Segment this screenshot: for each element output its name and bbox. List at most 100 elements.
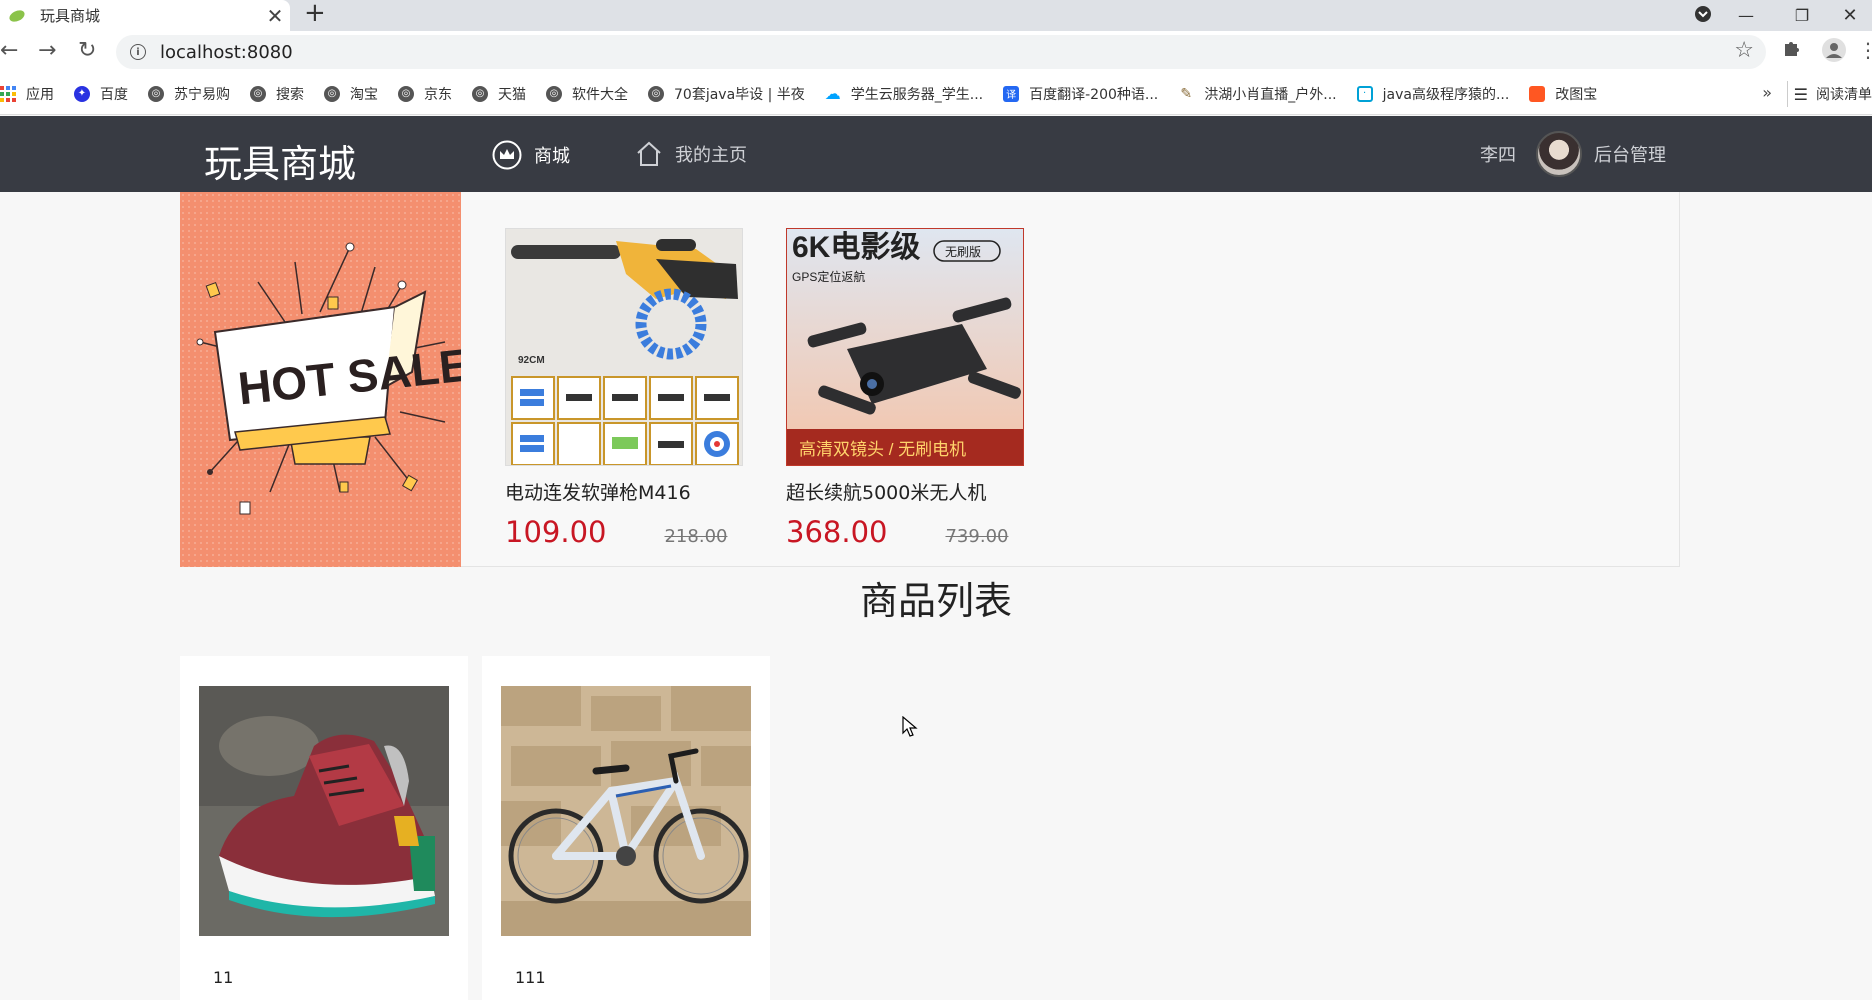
nav-home[interactable]: 我的主页 bbox=[635, 140, 747, 168]
product-image[interactable] bbox=[501, 686, 751, 936]
username[interactable]: 李四 bbox=[1480, 141, 1516, 167]
product-image[interactable]: 6K电影级 无刷版 GPS定位返航 高清双镜头 / 无刷电机 bbox=[786, 228, 1024, 466]
browser-toolbar: ← → ↻ i localhost:8080 ☆ ⋮ bbox=[0, 31, 1872, 73]
mouse-cursor-icon bbox=[902, 716, 918, 737]
drone-image: 6K电影级 无刷版 GPS定位返航 高清双镜头 / 无刷电机 bbox=[787, 229, 1023, 465]
svg-text:高清双镜头 / 无刷电机: 高清双镜头 / 无刷电机 bbox=[799, 440, 966, 459]
sale-price: 368.00 bbox=[786, 515, 888, 549]
reading-list-label: 阅读清单 bbox=[1816, 87, 1872, 103]
bookmark-star-icon[interactable]: ☆ bbox=[1734, 38, 1754, 63]
address-bar[interactable]: i localhost:8080 ☆ bbox=[116, 35, 1766, 69]
back-arrow-icon[interactable]: ← bbox=[0, 38, 18, 63]
hot-sale-illustration: HOT SALE bbox=[196, 242, 472, 515]
reload-icon[interactable]: ↻ bbox=[78, 38, 96, 63]
original-price: 739.00 bbox=[945, 526, 1009, 547]
url-text: localhost:8080 bbox=[160, 41, 293, 63]
bicycle-image bbox=[501, 686, 751, 936]
hot-sale-banner: HOT SALE bbox=[180, 192, 472, 567]
nav-home-label: 我的主页 bbox=[675, 145, 747, 166]
restore-icon[interactable]: ❐ bbox=[1774, 6, 1830, 25]
profile-menu-icon[interactable] bbox=[1688, 5, 1718, 27]
sale-price: 109.00 bbox=[505, 515, 607, 549]
forward-arrow-icon[interactable]: → bbox=[38, 38, 56, 63]
bookmarks-overflow-button[interactable]: » bbox=[1762, 83, 1772, 102]
product-name[interactable]: 超长续航5000米无人机 bbox=[786, 478, 1024, 505]
minimize-icon[interactable]: — bbox=[1718, 6, 1774, 25]
bookmark-gaitubao[interactable]: 改图宝 bbox=[1529, 84, 1597, 104]
bookmark-live[interactable]: ✎ 洪湖小肖直播_户外... bbox=[1178, 84, 1336, 104]
crown-icon bbox=[492, 140, 522, 170]
nav-shop[interactable]: 商城 bbox=[492, 140, 570, 170]
hot-sale-panel: HOT SALE 92CM 电动连发软弹枪M416 109.00 218.00 … bbox=[180, 192, 1680, 567]
sneaker-image bbox=[199, 686, 449, 936]
bookmark-java-projects[interactable]: ◎ 70套java毕设 | 半夜 bbox=[648, 84, 805, 104]
bookmark-software[interactable]: ◎ 软件大全 bbox=[546, 84, 628, 104]
cloud-icon: ☁ bbox=[824, 84, 841, 103]
close-window-icon[interactable]: ✕ bbox=[1830, 5, 1870, 26]
browser-menu-icon[interactable]: ⋮ bbox=[1858, 38, 1872, 62]
site-info-icon[interactable]: i bbox=[130, 44, 146, 60]
browser-tab[interactable]: 玩具商城 ✕ bbox=[0, 0, 290, 31]
product-name[interactable]: 111 bbox=[515, 968, 546, 987]
globe-icon: ◎ bbox=[324, 85, 340, 102]
bookmark-baidu-translate[interactable]: 译 百度翻译-200种语... bbox=[1003, 84, 1158, 104]
globe-icon: ◎ bbox=[472, 85, 488, 102]
app-header: 玩具商城 商城 我的主页 李四 后台管理 bbox=[0, 116, 1872, 192]
bookmark-label: 软件大全 bbox=[572, 86, 628, 103]
bookmarks-bar: 应用 ✦ 百度 ◎ 苏宁易购 ◎ 搜索 ◎ 淘宝 ◎ 京东 ◎ 天猫 ◎ 软件大… bbox=[0, 73, 1872, 115]
tab-title: 玩具商城 bbox=[40, 7, 101, 25]
bookmark-label: java高级程序猿的... bbox=[1382, 86, 1510, 103]
bookmark-tmall[interactable]: ◎ 天猫 bbox=[472, 84, 526, 104]
bookmark-label: 京东 bbox=[424, 86, 452, 103]
globe-icon: ◎ bbox=[546, 85, 562, 102]
bookmark-label: 搜索 bbox=[276, 86, 304, 103]
bookmark-label: 百度翻译-200种语... bbox=[1029, 86, 1159, 103]
brand-logo[interactable]: 玩具商城 bbox=[204, 133, 356, 188]
user-area: 李四 后台管理 bbox=[1480, 131, 1666, 177]
product-name[interactable]: 电动连发软弹枪M416 bbox=[505, 478, 743, 505]
new-tab-button[interactable]: + bbox=[304, 0, 326, 28]
toy-gun-image: 92CM bbox=[506, 229, 742, 465]
bookmark-label: 洪湖小肖直播_户外... bbox=[1204, 86, 1337, 103]
product-card[interactable]: 11 bbox=[180, 656, 468, 1000]
reading-list-button[interactable]: ☰ 阅读清单 bbox=[1786, 81, 1872, 107]
bookmark-baidu[interactable]: ✦ 百度 bbox=[74, 84, 128, 104]
baidu-paw-icon: ✦ bbox=[74, 85, 90, 102]
bookmark-label: 改图宝 bbox=[1555, 86, 1598, 103]
bookmark-taobao[interactable]: ◎ 淘宝 bbox=[324, 84, 378, 104]
translate-icon: 译 bbox=[1003, 85, 1020, 102]
bookmark-suning[interactable]: ◎ 苏宁易购 bbox=[148, 84, 230, 104]
product-image[interactable] bbox=[199, 686, 449, 936]
reading-list-icon: ☰ bbox=[1793, 84, 1808, 104]
bookmark-label: 苏宁易购 bbox=[174, 86, 230, 103]
globe-icon: ◎ bbox=[148, 85, 164, 102]
bookmark-label: 百度 bbox=[100, 86, 128, 103]
bookmark-student-cloud[interactable]: ☁ 学生云服务器_学生... bbox=[825, 84, 983, 104]
globe-icon: ◎ bbox=[398, 85, 414, 102]
product-name[interactable]: 11 bbox=[213, 968, 233, 987]
hot-item[interactable]: 92CM 电动连发软弹枪M416 109.00 218.00 bbox=[505, 228, 743, 549]
admin-link[interactable]: 后台管理 bbox=[1594, 141, 1666, 167]
account-avatar-icon[interactable] bbox=[1822, 38, 1846, 67]
bookmark-bilibili[interactable]: · java高级程序猿的... bbox=[1356, 84, 1510, 104]
bookmark-apps[interactable]: 应用 bbox=[0, 84, 54, 104]
close-tab-icon[interactable]: ✕ bbox=[260, 4, 290, 28]
svg-text:GPS定位返航: GPS定位返航 bbox=[792, 269, 865, 284]
feather-icon: ✎ bbox=[1180, 85, 1193, 102]
avatar[interactable] bbox=[1536, 131, 1582, 177]
product-list-title: 商品列表 bbox=[859, 579, 1012, 623]
bilibili-icon: · bbox=[1356, 85, 1373, 102]
original-price: 218.00 bbox=[664, 526, 728, 547]
svg-text:6K电影级: 6K电影级 bbox=[792, 231, 920, 264]
browser-tabstrip: 玩具商城 ✕ + — ❐ ✕ bbox=[0, 0, 1872, 31]
bookmark-search[interactable]: ◎ 搜索 bbox=[250, 84, 304, 104]
globe-icon: ◎ bbox=[648, 85, 664, 102]
hot-item[interactable]: 6K电影级 无刷版 GPS定位返航 高清双镜头 / 无刷电机 超长续航5000米… bbox=[786, 228, 1024, 549]
extensions-puzzle-icon[interactable] bbox=[1782, 38, 1802, 63]
bookmark-jd[interactable]: ◎ 京东 bbox=[398, 84, 452, 104]
product-image[interactable]: 92CM bbox=[505, 228, 743, 466]
bookmark-label: 应用 bbox=[26, 86, 54, 103]
product-card[interactable]: 111 bbox=[482, 656, 770, 1000]
nav-shop-label: 商城 bbox=[534, 146, 570, 167]
bookmark-label: 天猫 bbox=[498, 86, 526, 103]
